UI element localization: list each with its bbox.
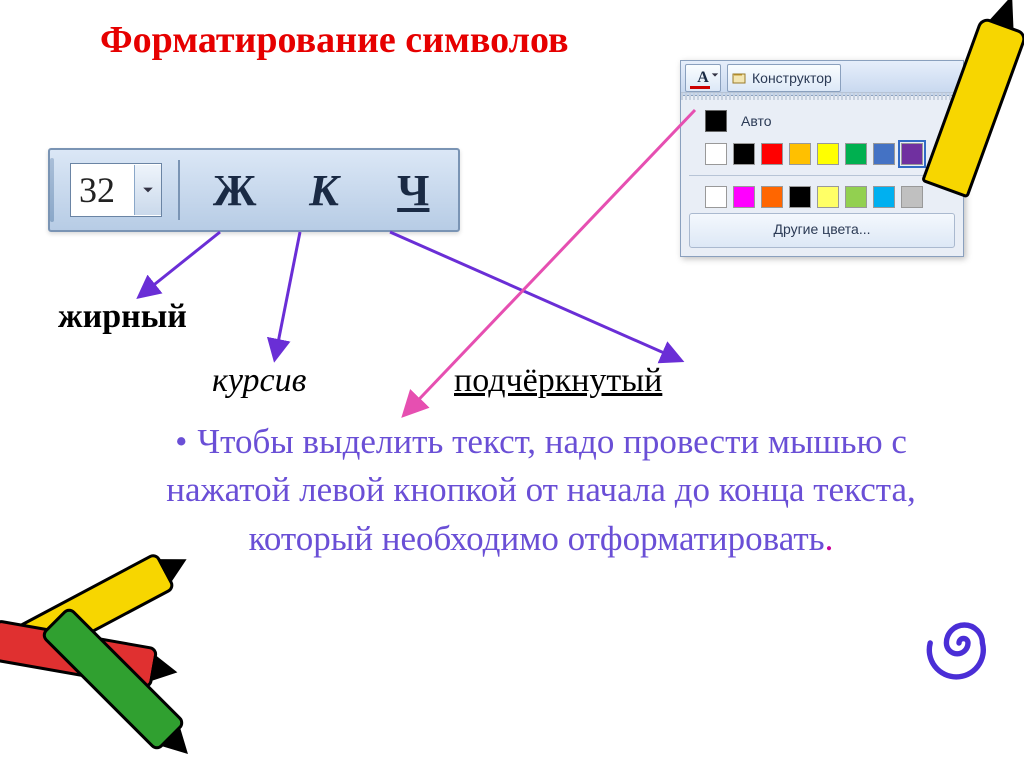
font-size-combo[interactable]: 32 [70, 163, 162, 217]
label-underline: подчёркнутый [454, 362, 662, 400]
label-italic: курсив [212, 362, 306, 400]
italic-button[interactable]: К [279, 165, 368, 216]
formatting-toolbar: 32 Ж К Ч [48, 148, 460, 232]
toolbar-separator [178, 160, 180, 220]
color-swatch[interactable] [845, 143, 867, 165]
color-swatch[interactable] [761, 143, 783, 165]
chevron-down-icon [711, 71, 719, 79]
color-swatch[interactable] [789, 143, 811, 165]
instruction-period: . [825, 519, 834, 558]
slide-title: Форматирование символов [100, 18, 569, 62]
constructor-label: Конструктор [752, 70, 832, 86]
font-size-value: 32 [71, 169, 134, 211]
color-swatch[interactable] [705, 143, 727, 165]
font-size-dropdown-icon[interactable] [134, 165, 161, 215]
color-swatch[interactable] [705, 186, 727, 208]
auto-color-swatch [705, 110, 727, 132]
instruction-text: Чтобы выделить текст, надо провести мышь… [166, 422, 916, 558]
color-swatch[interactable] [789, 186, 811, 208]
auto-color-label: Авто [741, 113, 772, 129]
more-colors-button[interactable]: Другие цвета... [689, 213, 955, 248]
color-swatch[interactable] [845, 186, 867, 208]
constructor-button[interactable]: Конструктор [727, 64, 841, 92]
color-swatch[interactable] [873, 186, 895, 208]
color-swatch[interactable] [733, 186, 755, 208]
color-swatch[interactable] [817, 143, 839, 165]
instruction-paragraph: •Чтобы выделить текст, надо провести мыш… [118, 418, 964, 563]
toolbar-grip[interactable] [50, 158, 54, 222]
bullet-icon: • [175, 422, 187, 461]
underline-button[interactable]: Ч [369, 165, 458, 216]
bold-button[interactable]: Ж [190, 165, 279, 216]
constructor-icon [732, 70, 748, 86]
color-swatch[interactable] [761, 186, 783, 208]
font-color-glyph: А [697, 69, 709, 87]
color-swatch[interactable] [733, 143, 755, 165]
decor-crayons-bottom-left [0, 518, 230, 738]
color-swatch[interactable] [873, 143, 895, 165]
decor-spiral-icon [914, 598, 1004, 688]
font-color-button[interactable]: А [685, 64, 721, 92]
color-swatch[interactable] [817, 186, 839, 208]
label-bold: жирный [58, 298, 187, 336]
